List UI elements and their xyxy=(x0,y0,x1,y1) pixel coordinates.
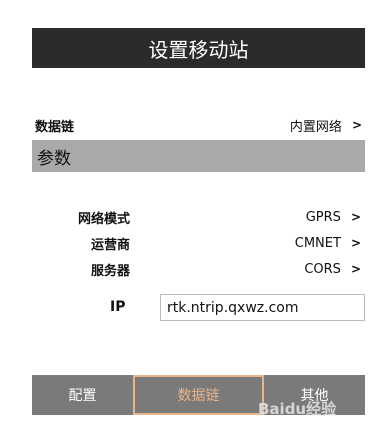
tab-datalink[interactable]: 数据链 xyxy=(133,375,264,415)
watermark-text: Baidu经验 xyxy=(258,400,337,418)
chevron-right-icon: > xyxy=(350,210,361,224)
page-title: 设置移动站 xyxy=(148,37,249,62)
chevron-right-icon: > xyxy=(350,262,361,276)
tab-config[interactable]: 配置 xyxy=(32,375,133,415)
datalink-label: 数据链 xyxy=(35,119,75,135)
param-row-server[interactable]: 服务器 CORS > xyxy=(32,258,365,280)
param-row-network-mode[interactable]: 网络模式 GPRS > xyxy=(32,206,365,228)
param-value: CMNET xyxy=(294,235,341,251)
datalink-row[interactable]: 数据链 内置网络 > xyxy=(35,114,362,136)
page-title-bar: 设置移动站 xyxy=(32,28,365,68)
section-title: 参数 xyxy=(37,148,71,169)
param-value: CORS xyxy=(304,261,341,277)
baidu-watermark: Baidu经验 xyxy=(258,398,336,419)
tab-label: 配置 xyxy=(68,388,97,404)
param-label: 服务器 xyxy=(90,263,130,279)
chevron-right-icon: > xyxy=(351,118,362,132)
param-value: GPRS xyxy=(305,209,341,225)
chevron-right-icon: > xyxy=(350,236,361,250)
param-label: 网络模式 xyxy=(77,211,130,227)
section-header-params: 参数 xyxy=(32,140,365,172)
tab-label: 数据链 xyxy=(177,388,220,404)
datalink-value: 内置网络 xyxy=(289,119,342,135)
param-label: 运营商 xyxy=(90,237,130,253)
ip-input[interactable] xyxy=(160,294,365,321)
ip-label: IP xyxy=(110,299,126,315)
param-row-carrier[interactable]: 运营商 CMNET > xyxy=(32,232,365,254)
